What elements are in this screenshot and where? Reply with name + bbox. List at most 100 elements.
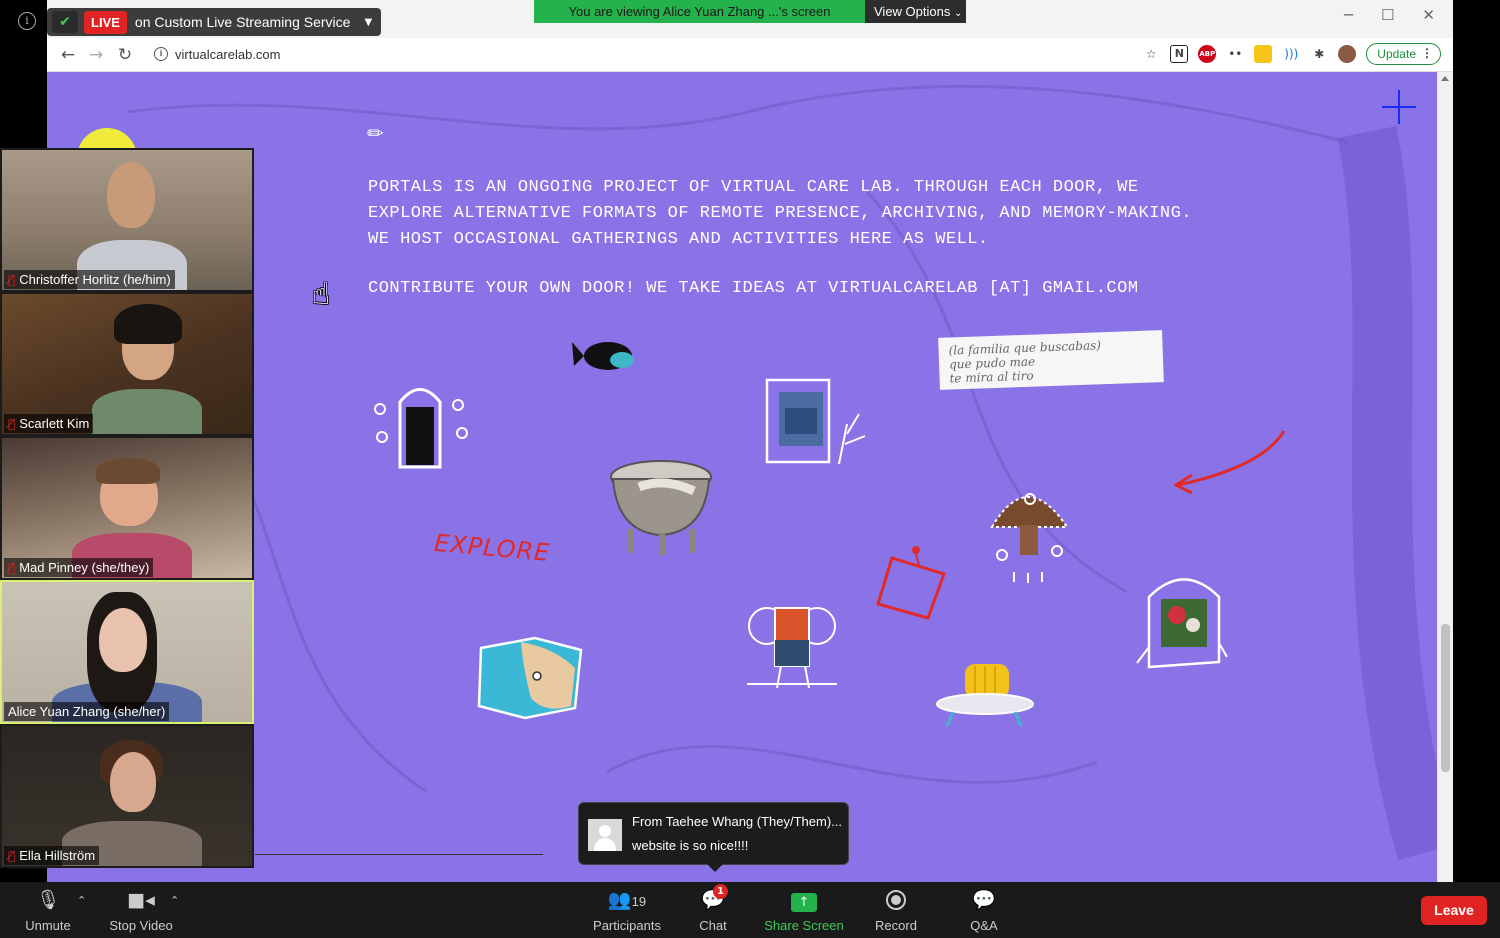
address-bar: ← → ↻ i virtualcarelab.com ☆ N ABP •• ))… <box>47 38 1453 72</box>
chevron-down-icon: ⌄ <box>953 8 963 19</box>
participant-name: Alice Yuan Zhang (she/her) <box>8 704 166 719</box>
share-screen-icon: ↑ <box>791 893 817 912</box>
unmute-label: Unmute <box>25 918 71 933</box>
unmute-button[interactable]: 🎙 Unmute <box>22 888 74 933</box>
yellow-extension-icon[interactable] <box>1254 45 1273 63</box>
map-portal[interactable] <box>475 628 585 723</box>
viewing-banner: You are viewing Alice Yuan Zhang ...'s s… <box>534 0 966 23</box>
window-chair-portal[interactable] <box>759 374 869 474</box>
fish-portal[interactable] <box>572 330 642 380</box>
participants-icon: 👥19 <box>607 889 647 911</box>
puzzle-extensions-icon[interactable]: ✱ <box>1310 45 1328 63</box>
chat-button[interactable]: 💬 1 Chat <box>695 884 731 933</box>
chat-tail <box>707 864 723 872</box>
participant-name: Ella Hillström <box>19 848 96 863</box>
audio-options-caret-icon[interactable]: ⌃ <box>77 894 86 907</box>
door-arched-portal[interactable] <box>370 377 470 472</box>
corn-ufo-portal[interactable] <box>935 660 1035 735</box>
live-stream-bar[interactable]: ✔ LIVE on Custom Live Streaming Service … <box>47 8 381 36</box>
qa-label: Q&A <box>970 918 998 933</box>
chat-notification[interactable]: From Taehee Whang (They/Them)... website… <box>578 802 849 872</box>
record-label: Record <box>875 918 917 933</box>
stop-video-label: Stop Video <box>109 918 173 933</box>
participant-tile[interactable]: 🎙̸ Ella Hillström <box>0 724 254 868</box>
muted-microphone-icon: 🎙 <box>35 889 61 911</box>
participant-body <box>92 389 202 434</box>
muted-mic-icon: 🎙̸ <box>8 416 16 431</box>
chat-label: Chat <box>699 918 727 933</box>
intro-line: WE HOST OCCASIONAL GATHERINGS AND ACTIVI… <box>368 230 989 249</box>
live-badge: LIVE <box>84 10 127 34</box>
profile-avatar[interactable] <box>1338 45 1357 63</box>
dots-extension-icon[interactable]: •• <box>1226 45 1244 63</box>
back-arrow-icon[interactable]: ← <box>57 44 79 66</box>
pencil-icon: ✏ <box>367 121 384 145</box>
reload-icon[interactable]: ↻ <box>114 44 136 66</box>
view-options-label: View Options <box>874 4 951 19</box>
participant-tile[interactable]: 🎙̸ Mad Pinney (she/they) <box>0 436 254 580</box>
minimize-icon[interactable]: ─ <box>1344 6 1353 24</box>
qa-bubbles-icon: 💬 <box>972 889 996 911</box>
pointer-hand-cursor: ☝ <box>312 277 331 312</box>
divider <box>255 854 543 855</box>
window-controls: ─ ☐ ✕ <box>1344 6 1435 24</box>
contribute-text[interactable]: CONTRIBUTE YOUR OWN DOOR! WE TAKE IDEAS … <box>368 279 1139 298</box>
qa-button[interactable]: 💬 Q&A <box>966 888 1002 933</box>
participant-name-tag: 🎙̸ Mad Pinney (she/they) <box>4 558 154 577</box>
mushroom-portal[interactable] <box>982 477 1077 587</box>
participants-label: Participants <box>593 918 661 933</box>
plus-icon[interactable] <box>1382 90 1416 124</box>
participant-face <box>99 608 147 672</box>
video-options-caret-icon[interactable]: ⌃ <box>170 894 179 907</box>
browser-update-button[interactable]: Update ⋮ <box>1366 43 1441 65</box>
meeting-info-icon[interactable]: i <box>18 12 36 30</box>
intro-text: PORTALS IS AN ONGOING PROJECT OF VIRTUAL… <box>368 175 1268 253</box>
sunset-shrine-portal[interactable] <box>737 584 847 694</box>
share-screen-label: Share Screen <box>764 918 844 933</box>
audio-extension-icon[interactable]: ))) <box>1282 45 1300 63</box>
stop-video-button[interactable]: ■◂ Stop Video <box>104 888 178 933</box>
participant-tile-active-speaker[interactable]: Alice Yuan Zhang (she/her) <box>0 580 254 724</box>
star-bookmark-icon[interactable]: ☆ <box>1142 45 1160 63</box>
close-icon[interactable]: ✕ <box>1422 6 1435 24</box>
caret-down-icon[interactable]: ▼ <box>364 17 372 28</box>
intro-line: EXPLORE ALTERNATIVE FORMATS OF REMOTE PR… <box>368 204 1193 223</box>
muted-mic-icon: 🎙̸ <box>8 560 16 575</box>
chat-avatar <box>588 819 622 851</box>
participant-name: Christoffer Horlitz (he/him) <box>19 272 171 287</box>
page-scrollbar[interactable] <box>1437 72 1453 882</box>
participant-tile[interactable]: 🎙̸ Christoffer Horlitz (he/him) <box>0 148 254 292</box>
record-button[interactable]: Record <box>872 888 920 933</box>
intro-line: PORTALS IS AN ONGOING PROJECT OF VIRTUAL… <box>368 178 1139 197</box>
participant-name-tag: 🎙̸ Scarlett Kim <box>4 414 94 433</box>
participant-name-tag: 🎙̸ Christoffer Horlitz (he/him) <box>4 270 175 289</box>
window-flowers-portal[interactable] <box>1129 567 1229 672</box>
chat-unread-badge: 1 <box>713 884 728 899</box>
participant-name: Scarlett Kim <box>19 416 90 431</box>
notion-extension-icon[interactable]: N <box>1170 45 1189 63</box>
red-square-drawing[interactable] <box>872 544 952 624</box>
forward-arrow-icon[interactable]: → <box>85 44 107 66</box>
maximize-icon[interactable]: ☐ <box>1381 6 1394 24</box>
extensions-row: ☆ N ABP •• ))) ✱ Update ⋮ <box>1142 43 1441 65</box>
chat-sender: From Taehee Whang (They/Them)... <box>632 814 843 829</box>
site-info-icon[interactable]: i <box>154 47 168 61</box>
url-field[interactable]: virtualcarelab.com <box>175 47 281 62</box>
leave-button[interactable]: Leave <box>1421 896 1487 925</box>
portals-page: ✏ PORTALS IS AN ONGOING PROJECT OF VIRTU… <box>47 72 1437 882</box>
scroll-thumb[interactable] <box>1441 624 1450 772</box>
chat-message: website is so nice!!!! <box>632 838 749 853</box>
participants-button[interactable]: 👥19 Participants <box>590 888 664 933</box>
cauldron-hand-portal[interactable] <box>609 457 714 557</box>
adblock-extension-icon[interactable]: ABP <box>1198 45 1217 63</box>
participant-name-tag: Alice Yuan Zhang (she/her) <box>4 702 170 721</box>
participant-tile[interactable]: 🎙̸ Scarlett Kim <box>0 292 254 436</box>
kebab-menu-icon[interactable]: ⋮ <box>1421 46 1433 60</box>
handwritten-note-portal[interactable]: (la familia que buscabas) que pudo mae t… <box>938 330 1164 390</box>
scroll-up-arrow-icon[interactable] <box>1441 76 1449 81</box>
view-options-button[interactable]: View Options ⌄ <box>865 0 966 23</box>
zoom-window: i ─ ☐ ✕ ← → ↻ i virtualcarelab.com ☆ N A… <box>0 0 1500 938</box>
viewing-text: You are viewing Alice Yuan Zhang ...'s s… <box>534 0 865 23</box>
participants-count: 19 <box>631 894 647 909</box>
share-screen-button[interactable]: ↑ Share Screen <box>762 888 846 933</box>
